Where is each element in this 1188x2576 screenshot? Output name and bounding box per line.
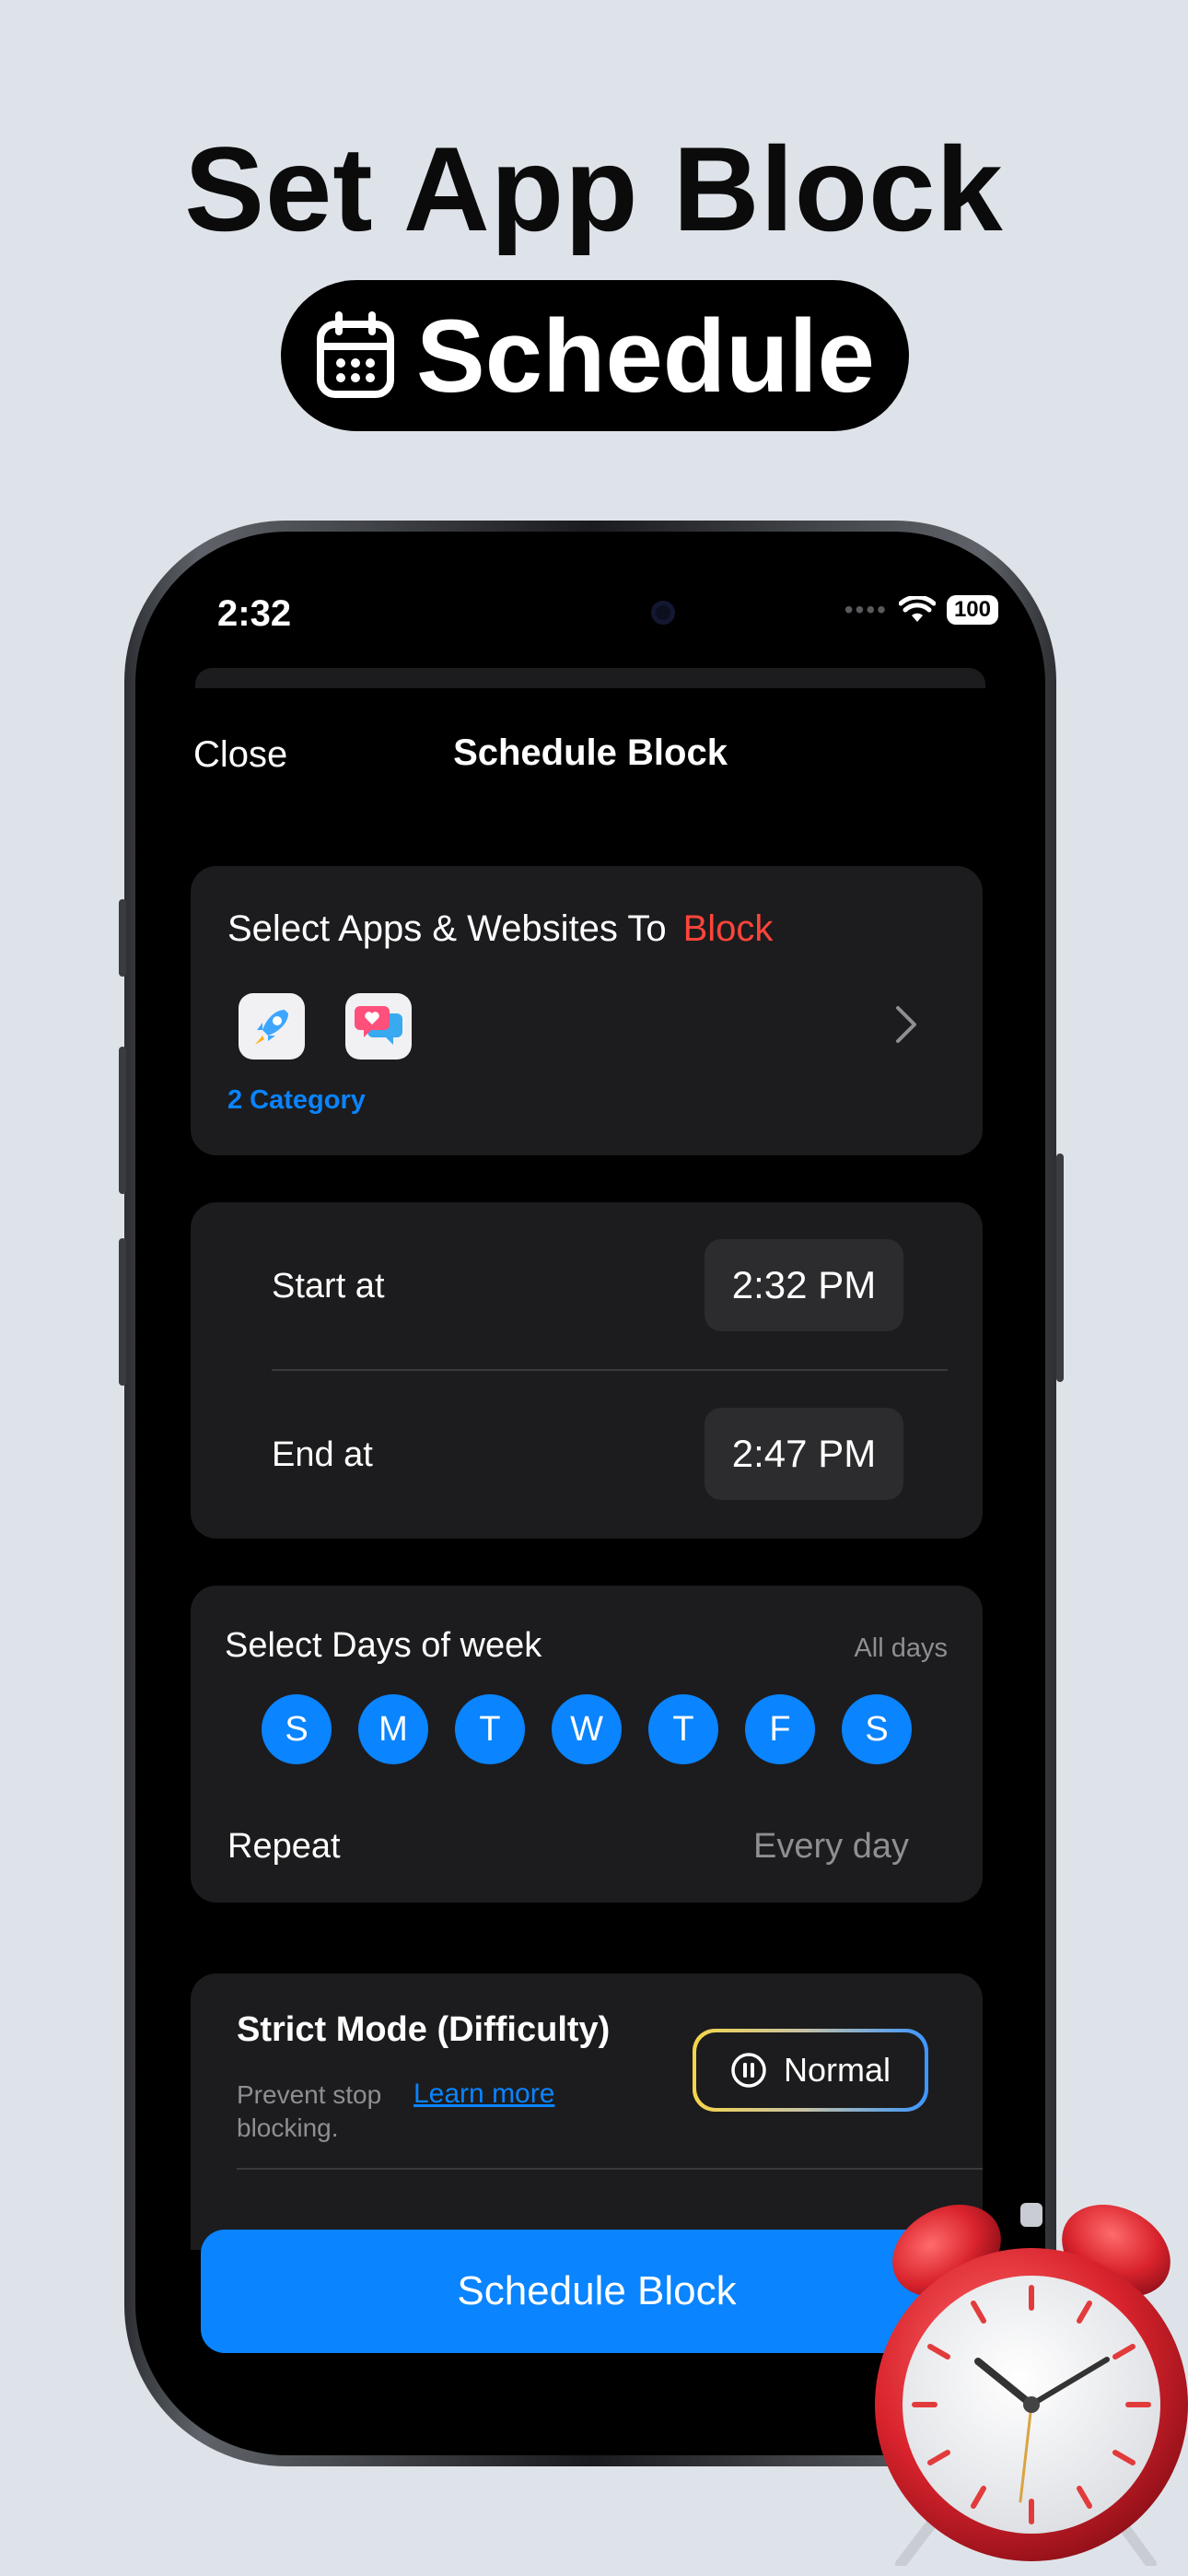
start-time-picker[interactable]: 2:32 PM bbox=[705, 1239, 903, 1331]
days-summary: All days bbox=[854, 1633, 948, 1663]
difficulty-mode-button[interactable]: Normal bbox=[693, 2029, 928, 2112]
time-card: Start at 2:32 PM End at 2:47 PM bbox=[191, 1202, 983, 1539]
power-button bbox=[1056, 1153, 1064, 1382]
sheet-backdrop bbox=[195, 668, 985, 688]
apps-card-title-text: Select Apps & Websites To bbox=[227, 908, 667, 949]
day-toggle-wednesday[interactable]: W bbox=[552, 1694, 622, 1764]
day-toggle-thursday[interactable]: T bbox=[648, 1694, 718, 1764]
wifi-icon bbox=[898, 596, 936, 622]
pill-label: Schedule bbox=[416, 298, 875, 414]
action-button bbox=[119, 899, 126, 977]
alarm-clock-icon bbox=[875, 2203, 1188, 2566]
day-toggle-tuesday[interactable]: T bbox=[455, 1694, 525, 1764]
strict-mode-title: Strict Mode (Difficulty) bbox=[237, 2010, 611, 2049]
volume-down-button bbox=[119, 1238, 126, 1386]
strict-mode-subtitle: Prevent stop blocking. bbox=[237, 2080, 382, 2142]
day-toggle-saturday[interactable]: S bbox=[842, 1694, 912, 1764]
repeat-label: Repeat bbox=[227, 1827, 341, 1866]
days-card: Select Days of week All days S M T W T F… bbox=[191, 1586, 983, 1903]
start-label: Start at bbox=[272, 1267, 385, 1306]
social-category-icon bbox=[345, 993, 412, 1060]
apps-card-title: Select Apps & Websites To Block bbox=[227, 908, 773, 950]
learn-more-link[interactable]: Learn more bbox=[413, 2078, 554, 2110]
difficulty-mode-label: Normal bbox=[783, 2051, 891, 2089]
schedule-block-button[interactable]: Schedule Block bbox=[201, 2230, 993, 2353]
repeat-value[interactable]: Every day bbox=[753, 1827, 909, 1867]
category-count: 2 Category bbox=[227, 1085, 366, 1115]
schedule-pill: Schedule bbox=[281, 280, 909, 431]
camera-icon bbox=[651, 601, 675, 625]
day-toggle-monday[interactable]: M bbox=[358, 1694, 428, 1764]
dynamic-island bbox=[456, 573, 725, 652]
pause-icon bbox=[731, 2053, 766, 2088]
chevron-right-icon[interactable] bbox=[894, 1004, 918, 1045]
day-toggle-friday[interactable]: F bbox=[745, 1694, 815, 1764]
apps-card-title-highlight: Block bbox=[682, 908, 774, 949]
page-title: Schedule Block bbox=[453, 732, 728, 773]
strict-mode-card: Strict Mode (Difficulty) Prevent stop bl… bbox=[191, 1973, 983, 2250]
status-time: 2:32 bbox=[217, 593, 292, 634]
calendar-icon bbox=[317, 311, 395, 398]
rocket-category-icon bbox=[239, 993, 305, 1060]
select-apps-card[interactable]: Select Apps & Websites To Block 2 Categor… bbox=[191, 866, 983, 1155]
days-title: Select Days of week bbox=[225, 1626, 542, 1665]
status-indicators: •••• 100 bbox=[844, 595, 998, 625]
strict-divider bbox=[237, 2168, 983, 2170]
phone-screen: 2:32 •••• 100 Close Schedule Block Selec… bbox=[147, 545, 1033, 2445]
signal-icon: •••• bbox=[844, 595, 888, 624]
volume-up-button bbox=[119, 1047, 126, 1194]
battery-icon: 100 bbox=[946, 595, 998, 625]
promo-headline: Set App Block bbox=[184, 122, 1004, 256]
time-divider bbox=[272, 1369, 948, 1371]
end-label: End at bbox=[272, 1435, 373, 1474]
day-toggle-sunday[interactable]: S bbox=[262, 1694, 332, 1764]
end-time-picker[interactable]: 2:47 PM bbox=[705, 1408, 903, 1500]
